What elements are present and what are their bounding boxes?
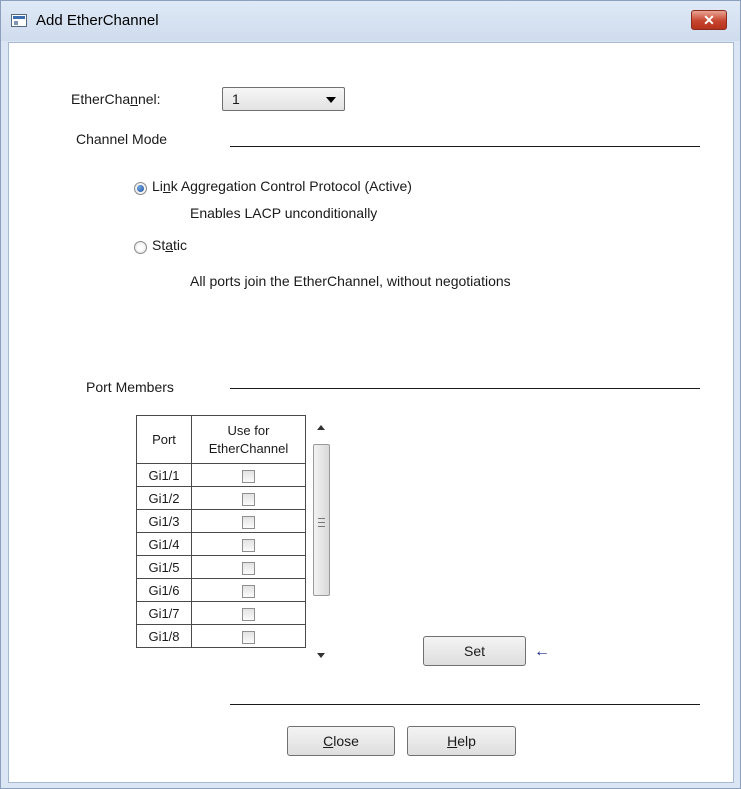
dropdown-arrow-icon <box>326 97 336 103</box>
left-arrow-icon: ← <box>534 643 550 660</box>
port-members-divider <box>230 388 700 389</box>
port-cell: Gi1/8 <box>136 624 192 648</box>
port-cell: Gi1/2 <box>136 486 192 510</box>
window-title: Add EtherChannel <box>36 12 159 29</box>
use-for-etherchannel-checkbox[interactable] <box>242 561 255 575</box>
port-cell: Gi1/5 <box>136 555 192 579</box>
use-for-etherchannel-checkbox[interactable] <box>242 630 255 644</box>
column-header-use-for-etherchannel: Use for EtherChannel <box>191 415 306 464</box>
table-row: Gi1/6 <box>136 578 306 602</box>
port-table-scrollbar[interactable] <box>311 417 331 665</box>
port-cell: Gi1/4 <box>136 532 192 556</box>
lacp-active-radio[interactable] <box>134 182 147 195</box>
set-button[interactable]: Set <box>423 636 526 666</box>
scroll-down-arrow-icon[interactable] <box>311 645 331 665</box>
grip-icon <box>318 518 325 527</box>
lacp-active-description: Enables LACP unconditionally <box>190 205 378 221</box>
static-label[interactable]: Static <box>152 237 187 253</box>
window-close-button[interactable]: ✕ <box>691 10 727 30</box>
scroll-up-arrow-icon[interactable] <box>311 417 331 437</box>
add-etherchannel-dialog: Add EtherChannel ✕ EtherChannel: 1 Chann… <box>0 0 741 789</box>
use-for-etherchannel-checkbox[interactable] <box>242 607 255 621</box>
table-row: Gi1/2 <box>136 486 306 510</box>
column-header-port: Port <box>136 415 192 464</box>
etherchannel-label: EtherChannel: <box>71 91 161 107</box>
etherchannel-select[interactable]: 1 <box>222 87 345 111</box>
use-for-etherchannel-checkbox[interactable] <box>242 492 255 506</box>
table-row: Gi1/1 <box>136 463 306 487</box>
port-cell: Gi1/3 <box>136 509 192 533</box>
channel-mode-label: Channel Mode <box>76 131 168 147</box>
static-radio[interactable] <box>134 241 147 254</box>
table-row: Gi1/8 <box>136 624 306 648</box>
use-for-etherchannel-checkbox[interactable] <box>242 584 255 598</box>
port-cell: Gi1/6 <box>136 578 192 602</box>
scrollbar-thumb[interactable] <box>313 444 330 596</box>
table-row: Gi1/4 <box>136 532 306 556</box>
footer-divider <box>230 704 700 705</box>
port-cell: Gi1/1 <box>136 463 192 487</box>
table-row: Gi1/3 <box>136 509 306 533</box>
help-button[interactable]: Help <box>407 726 516 756</box>
port-members-table: Port Use for EtherChannel Gi1/1 Gi1/2 Gi1… <box>136 415 306 648</box>
close-button[interactable]: Close <box>287 726 395 756</box>
port-cell: Gi1/7 <box>136 601 192 625</box>
lacp-active-label[interactable]: Link Aggregation Control Protocol (Activ… <box>152 178 412 194</box>
use-for-etherchannel-checkbox[interactable] <box>242 469 255 483</box>
use-for-etherchannel-checkbox[interactable] <box>242 515 255 529</box>
etherchannel-select-value: 1 <box>232 91 240 107</box>
table-row: Gi1/7 <box>136 601 306 625</box>
channel-mode-divider <box>230 146 700 147</box>
table-row: Gi1/5 <box>136 555 306 579</box>
title-bar: Add EtherChannel ✕ <box>1 1 740 41</box>
dialog-body: EtherChannel: 1 Channel Mode Link Aggreg… <box>8 42 734 783</box>
use-for-etherchannel-checkbox[interactable] <box>242 538 255 552</box>
port-members-label: Port Members <box>86 379 174 395</box>
static-description: All ports join the EtherChannel, without… <box>190 273 511 289</box>
window-icon <box>11 14 27 27</box>
